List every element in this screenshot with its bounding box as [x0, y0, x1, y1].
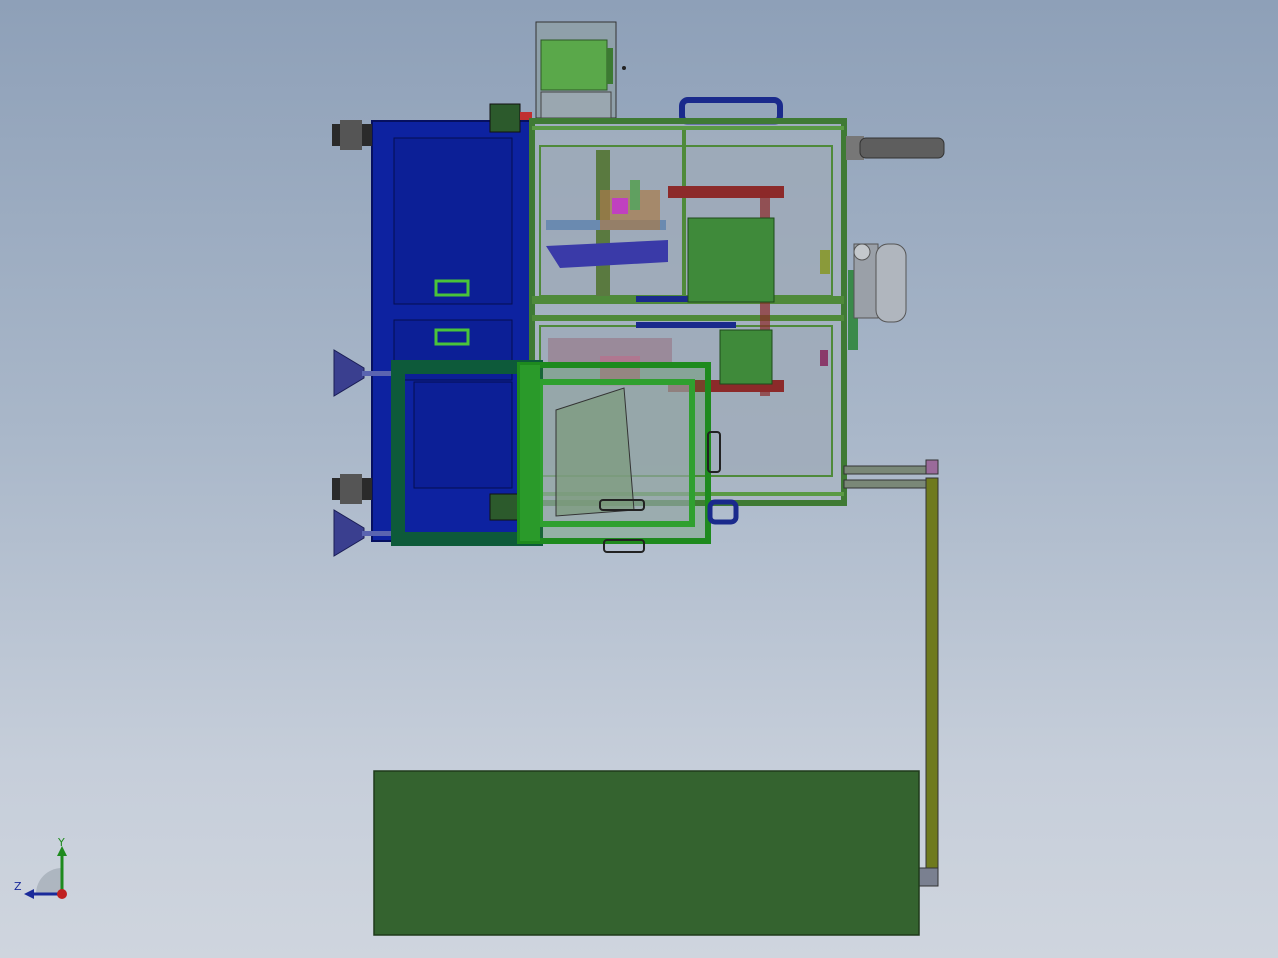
- right-handle-knob: [846, 136, 945, 160]
- cad-graphics-viewport[interactable]: Y Z: [0, 0, 1278, 958]
- machine-drawing: [332, 21, 945, 936]
- axis-triad-icon: Y Z: [12, 836, 76, 904]
- left-connectors: [332, 120, 372, 504]
- axis-y-label: Y: [58, 836, 65, 849]
- axis-z-label: Z: [14, 880, 22, 893]
- bottom-panel: [373, 770, 920, 936]
- top-motor-housing: [535, 21, 626, 119]
- right-pipe-fittings: [848, 243, 907, 350]
